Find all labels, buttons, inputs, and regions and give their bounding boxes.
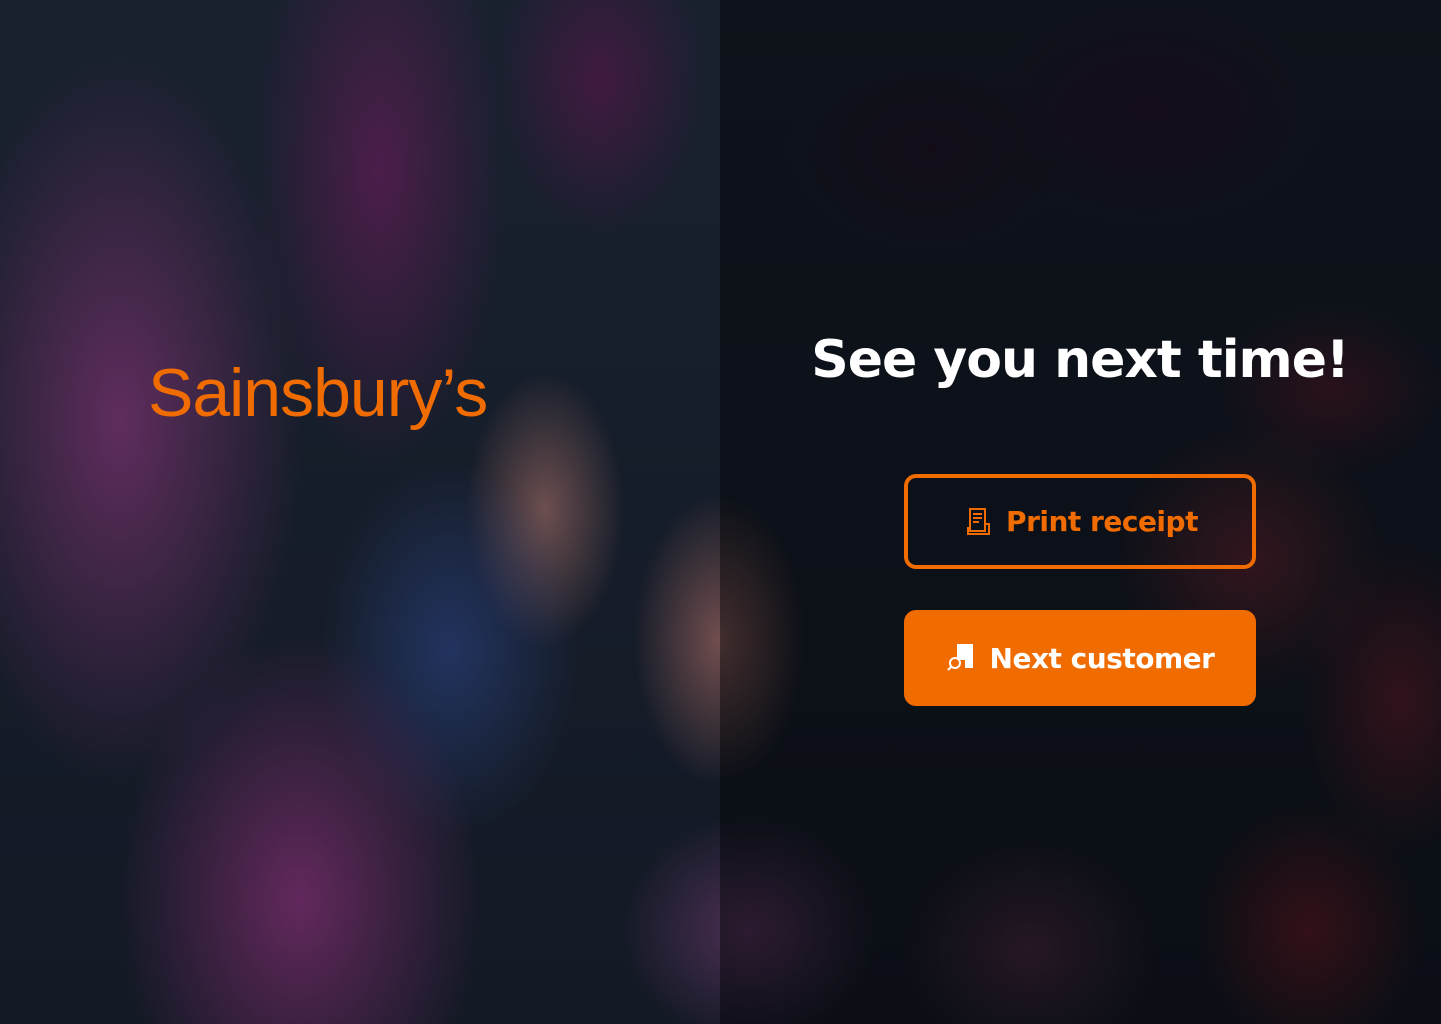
- goodbye-screen: Sainsbury’s See you next time! Print rec…: [0, 0, 1441, 1024]
- shopping-grid-icon: [946, 642, 978, 674]
- brand-logo-text: Sainsbury’s: [148, 355, 488, 431]
- page-title: See you next time!: [811, 330, 1349, 390]
- next-customer-button[interactable]: Next customer: [904, 610, 1256, 706]
- receipt-icon: [962, 506, 994, 538]
- print-receipt-button[interactable]: Print receipt: [904, 474, 1256, 569]
- brand-logo: Sainsbury’s: [148, 353, 548, 443]
- next-customer-label: Next customer: [989, 641, 1215, 675]
- print-receipt-label: Print receipt: [1006, 505, 1198, 538]
